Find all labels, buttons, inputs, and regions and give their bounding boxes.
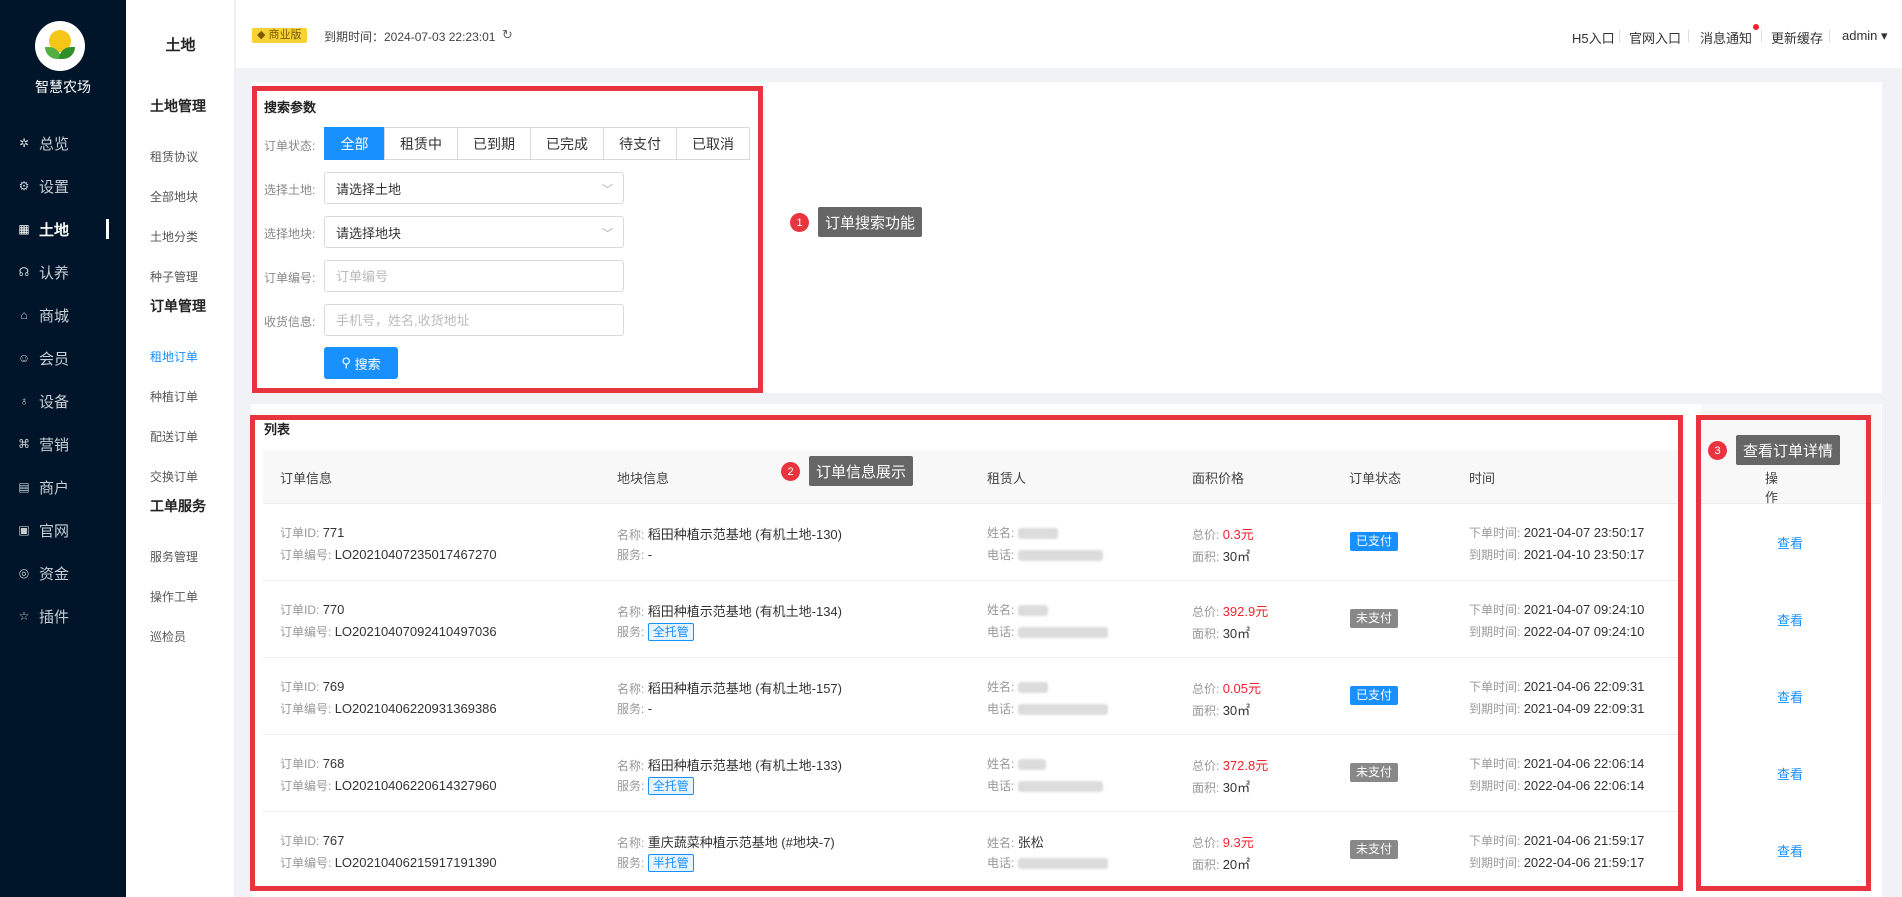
merchant-icon: ▤ xyxy=(18,480,30,494)
nav-item-2[interactable]: ▦ 土地 xyxy=(17,219,117,239)
view-order-link[interactable]: 查看 xyxy=(1777,533,1803,552)
main-sidebar: 智慧农场 ✲ 总览 ⚙ 设置 ▦ 土地 ☊ 认养 ⌂ 商城 ☺ 会员 ♁ 设备 ⌘ 营销 ▤ 商户 ▣ 官网 ◎ 资金 ☆ 插… xyxy=(0,0,126,897)
grid-icon: ▦ xyxy=(18,222,30,236)
notification-dot xyxy=(1753,24,1759,30)
website-icon: ▣ xyxy=(18,523,30,537)
sub-nav-item[interactable]: 交换订单 xyxy=(150,468,198,485)
annotation-box-3 xyxy=(1696,415,1871,891)
sub-nav-item[interactable]: 租地订单 xyxy=(150,348,198,365)
sub-nav-item[interactable]: 租赁协议 xyxy=(150,148,198,165)
view-order-link[interactable]: 查看 xyxy=(1777,610,1803,629)
nav-item-label: 设置 xyxy=(39,178,70,196)
annotation-tip-1: 订单搜索功能 xyxy=(818,207,923,237)
marketing-icon: ⌘ xyxy=(18,437,30,451)
dashboard-icon: ✲ xyxy=(18,136,30,150)
annotation-number-3: 3 xyxy=(1708,441,1727,460)
sub-group-title: 工单服务 xyxy=(150,498,206,514)
sub-nav-item[interactable]: 配送订单 xyxy=(150,428,198,445)
annotation-box-2 xyxy=(250,415,1683,891)
nav-item-4[interactable]: ⌂ 商城 xyxy=(17,305,117,325)
nav-item-label: 资金 xyxy=(39,565,70,583)
sub-nav-item[interactable]: 土地分类 xyxy=(150,228,198,245)
nav-item-label: 插件 xyxy=(39,608,70,626)
nav-item-9[interactable]: ▣ 官网 xyxy=(17,520,117,540)
device-icon: ♁ xyxy=(19,394,29,408)
view-order-link[interactable]: 查看 xyxy=(1777,841,1803,860)
member-icon: ☺ xyxy=(17,351,31,365)
shop-icon: ⌂ xyxy=(20,308,28,322)
sub-nav-item[interactable]: 种植订单 xyxy=(150,388,198,405)
fund-icon: ◎ xyxy=(18,566,30,580)
nav-item-1[interactable]: ⚙ 设置 xyxy=(17,176,117,196)
sub-nav-item[interactable]: 操作工单 xyxy=(150,588,198,605)
view-order-link[interactable]: 查看 xyxy=(1777,687,1803,706)
active-indicator xyxy=(106,219,109,239)
annotation-tip-2: 订单信息展示 xyxy=(809,456,914,486)
farm-logo-icon[interactable] xyxy=(35,21,85,71)
nav-item-label: 认养 xyxy=(39,264,70,282)
nav-item-label: 商户 xyxy=(39,479,70,497)
edition-badge: ◆ 商业版 xyxy=(252,28,307,43)
sub-nav-item[interactable]: 全部地块 xyxy=(150,188,198,205)
sub-nav-item[interactable]: 种子管理 xyxy=(150,268,198,285)
sub-nav-item[interactable]: 服务管理 xyxy=(150,548,198,565)
nav-item-label: 土地 xyxy=(39,221,70,239)
nav-item-label: 设备 xyxy=(39,393,70,411)
nav-item-label: 会员 xyxy=(39,350,70,368)
nav-item-7[interactable]: ⌘ 营销 xyxy=(17,434,117,454)
nav-item-6[interactable]: ♁ 设备 xyxy=(17,391,117,411)
sub-nav-item[interactable]: 巡检员 xyxy=(150,628,186,645)
nav-item-label: 总览 xyxy=(39,135,70,153)
plugin-icon: ☆ xyxy=(18,609,30,623)
clear-cache-link[interactable]: 更新缓存 xyxy=(1771,28,1823,47)
sub-group-title: 土地管理 xyxy=(150,98,206,114)
nav-item-8[interactable]: ▤ 商户 xyxy=(17,477,117,497)
nav-item-5[interactable]: ☺ 会员 xyxy=(17,348,117,368)
gear-icon: ⚙ xyxy=(18,179,30,193)
nav-item-10[interactable]: ◎ 资金 xyxy=(17,563,117,583)
refresh-icon[interactable]: ↻ xyxy=(502,27,513,43)
nav-item-label: 营销 xyxy=(39,436,70,454)
annotation-tip-3: 查看订单详情 xyxy=(1736,435,1841,465)
top-header: ◆ 商业版 到期时间：2024-07-03 22:23:01 ↻ H5入口 官网… xyxy=(236,0,1902,68)
adopt-icon: ☊ xyxy=(18,265,30,279)
annotation-box-1 xyxy=(252,86,763,393)
sub-sidebar-title: 土地 xyxy=(165,37,196,54)
annotation-number-2: 2 xyxy=(781,462,800,481)
nav-item-11[interactable]: ☆ 插件 xyxy=(17,606,117,626)
view-order-link[interactable]: 查看 xyxy=(1777,764,1803,783)
sub-group-title: 订单管理 xyxy=(150,298,206,314)
nav-item-label: 商城 xyxy=(39,307,70,325)
expire-time: 到期时间：2024-07-03 22:23:01 xyxy=(324,30,496,44)
brand-name: 智慧农场 xyxy=(35,79,91,95)
admin-menu[interactable]: admin ▾ xyxy=(1842,28,1888,44)
nav-item-label: 官网 xyxy=(39,522,70,540)
nav-item-3[interactable]: ☊ 认养 xyxy=(17,262,117,282)
nav-item-0[interactable]: ✲ 总览 xyxy=(17,133,117,153)
website-entry-link[interactable]: 官网入口 xyxy=(1629,28,1681,47)
h5-entry-link[interactable]: H5入口 xyxy=(1572,28,1615,47)
annotation-number-1: 1 xyxy=(790,213,809,232)
sub-sidebar: 土地 土地管理租赁协议全部地块土地分类种子管理订单管理租地订单种植订单配送订单交… xyxy=(126,0,235,897)
message-link[interactable]: 消息通知 xyxy=(1700,28,1752,47)
